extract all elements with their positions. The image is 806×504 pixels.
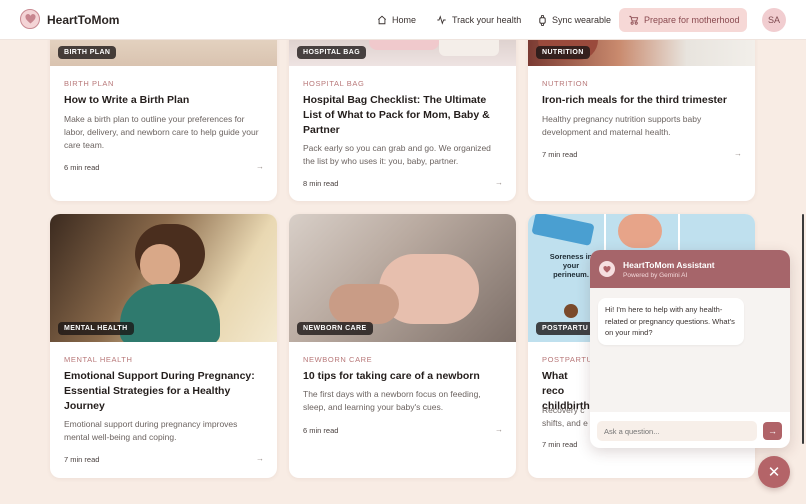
- home-icon: [377, 15, 387, 25]
- heart-logo-icon[interactable]: [20, 9, 40, 29]
- nav-home-label: Home: [392, 15, 417, 25]
- article-description: Recovery c shifts, and e: [542, 405, 588, 428]
- category-badge: BIRTH PLAN: [58, 46, 117, 59]
- category-badge: HOSPITAL BAG: [297, 46, 367, 59]
- nav-prepare-label: Prepare for motherhood: [644, 15, 740, 25]
- chat-subtitle: Powered by Gemini AI: [623, 272, 688, 279]
- chat-header: HeartToMom Assistant Powered by Gemini A…: [590, 250, 790, 288]
- user-avatar[interactable]: SA: [762, 8, 786, 32]
- category-badge: NEWBORN CARE: [297, 322, 373, 335]
- nav-home[interactable]: Home: [377, 9, 416, 31]
- article-title[interactable]: How to Write a Birth Plan: [64, 93, 264, 108]
- category-label: NUTRITION: [542, 79, 589, 88]
- article-description: Healthy pregnancy nutrition supports bab…: [542, 114, 702, 137]
- article-title[interactable]: Iron-rich meals for the third trimester: [542, 93, 742, 108]
- article-card-newborn-care[interactable]: NEWBORN CARE NEWBORN CARE 10 tips for ta…: [289, 214, 516, 478]
- category-label: HOSPITAL BAG: [303, 79, 365, 88]
- category-badge: MENTAL HEALTH: [58, 322, 134, 335]
- article-card-mental-health[interactable]: MENTAL HEALTH MENTAL HEALTH Emotional Su…: [50, 214, 277, 478]
- arrow-right-icon[interactable]: →: [495, 178, 503, 187]
- stroller-icon: [629, 15, 639, 25]
- article-title[interactable]: 10 tips for taking care of a newborn: [303, 369, 503, 384]
- arrow-right-icon[interactable]: →: [734, 149, 742, 158]
- arrow-right-icon[interactable]: →: [495, 425, 503, 434]
- chat-title: HeartToMom Assistant: [623, 260, 715, 270]
- watch-icon: [539, 14, 546, 26]
- nav-prepare-motherhood[interactable]: Prepare for motherhood: [619, 8, 747, 32]
- article-description: Make a birth plan to outline your prefer…: [64, 114, 259, 150]
- category-label: POSTPARTU: [542, 355, 593, 364]
- close-chat-button[interactable]: ✕: [758, 456, 790, 488]
- chat-widget: HeartToMom Assistant Powered by Gemini A…: [590, 250, 790, 448]
- read-time: 8 min read: [303, 179, 339, 188]
- nav-sync-label: Sync wearable: [552, 15, 612, 25]
- category-label: MENTAL HEALTH: [64, 355, 133, 364]
- category-badge: POSTPARTU: [536, 322, 595, 335]
- scrollbar[interactable]: [802, 214, 804, 444]
- article-title[interactable]: Emotional Support During Pregnancy: Esse…: [64, 369, 264, 414]
- heart-icon: [599, 261, 615, 277]
- brand-name[interactable]: HeartToMom: [47, 13, 119, 27]
- arrow-right-icon[interactable]: →: [256, 162, 264, 171]
- assistant-message: Hi! I'm here to help with any health-rel…: [598, 298, 744, 345]
- read-time: 6 min read: [303, 426, 339, 435]
- category-label: BIRTH PLAN: [64, 79, 115, 88]
- top-navbar: HeartToMom Home Track your health Sync w…: [0, 0, 806, 40]
- nav-track-health[interactable]: Track your health: [436, 9, 521, 31]
- article-image: NEWBORN CARE: [289, 214, 516, 342]
- read-time: 7 min read: [542, 150, 578, 159]
- read-time: 6 min read: [64, 163, 100, 172]
- article-title[interactable]: Hospital Bag Checklist: The Ultimate Lis…: [303, 93, 503, 138]
- send-button[interactable]: →: [763, 422, 782, 440]
- article-description: Emotional support during pregnancy impro…: [64, 419, 238, 442]
- activity-icon: [437, 15, 446, 25]
- article-image: MENTAL HEALTH: [50, 214, 277, 342]
- category-badge: NUTRITION: [536, 46, 590, 59]
- chat-messages: Hi! I'm here to help with any health-rel…: [590, 288, 790, 412]
- illustration-caption: Soreness in your perineum.: [549, 252, 593, 279]
- read-time: 7 min read: [542, 440, 578, 449]
- article-description: The first days with a newborn focus on f…: [303, 389, 481, 412]
- nav-track-label: Track your health: [452, 15, 522, 25]
- article-description: Pack early so you can grab and go. We or…: [303, 143, 491, 166]
- arrow-right-icon[interactable]: →: [256, 454, 264, 463]
- read-time: 7 min read: [64, 455, 100, 464]
- category-label: NEWBORN CARE: [303, 355, 373, 364]
- chat-input[interactable]: [597, 421, 757, 441]
- nav-sync-wearable[interactable]: Sync wearable: [538, 9, 611, 31]
